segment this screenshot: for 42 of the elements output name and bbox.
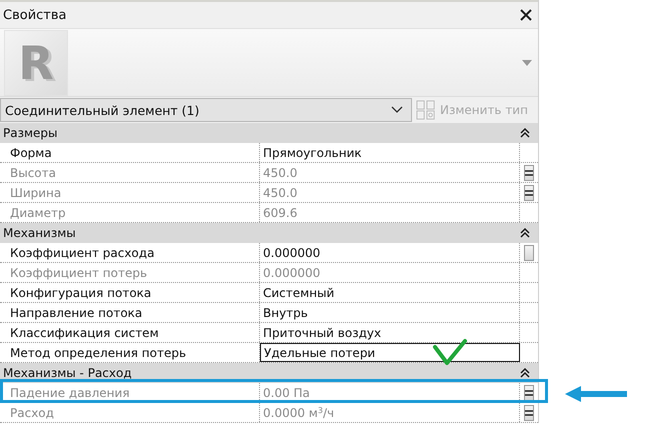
equals-icon [524,190,532,196]
parameter-value: Системный [260,283,520,302]
panel-title: Свойства [3,8,66,22]
parameter-value: 609.6 [260,203,520,222]
parameter-value: 450.0 [260,163,520,182]
parameter-name: Расход [0,403,260,422]
parameter-name: Коэффициент потерь [0,263,260,282]
parameter-value: 450.0 [260,183,520,202]
logo-letter: R [18,40,54,86]
collapse-icon [520,368,530,378]
parameter-name: Диаметр [0,203,260,222]
parameter-value: 0.0000 м$^{3}$/ч [260,403,520,422]
parameter-name: Коэффициент расхода [0,243,260,262]
parameter-name: Форма [0,143,260,162]
section-header[interactable]: Размеры [0,123,538,143]
equals-icon [524,410,532,416]
value-field[interactable]: Удельные потери [260,343,520,362]
check-mark-icon [432,338,468,366]
parameter-name: Конфигурация потока [0,283,260,302]
parameter-value: 0.000000 [260,263,520,282]
collapse-icon [520,228,530,238]
parameter-value: 0.00 Па [260,383,520,402]
chevron-down-icon [391,106,403,114]
parameter-value: Прямоугольник [260,143,520,162]
type-grid-icon [416,100,436,120]
equals-icon [524,390,532,396]
parameter-value: 0.000000 [260,243,520,262]
parameter-name: Ширина [0,183,260,202]
section-header[interactable]: Механизмы [0,223,538,243]
caret-icon[interactable] [522,60,532,66]
parameter-name: Классификация систем [0,323,260,342]
parameter-value: Приточный воздух [260,323,520,342]
equals-icon [524,170,532,176]
parameter-name: Направление потока [0,303,260,322]
parameter-value: Внутрь [260,303,520,322]
close-icon[interactable] [520,9,532,21]
collapse-icon [520,128,530,138]
type-selector[interactable]: Соединительный элемент (1) [0,98,412,122]
arrow-icon [565,385,627,403]
parameter-name: Метод определения потерь [0,343,260,362]
parameter-name: Высота [0,163,260,182]
parameter-name: Падение давления [0,383,260,402]
